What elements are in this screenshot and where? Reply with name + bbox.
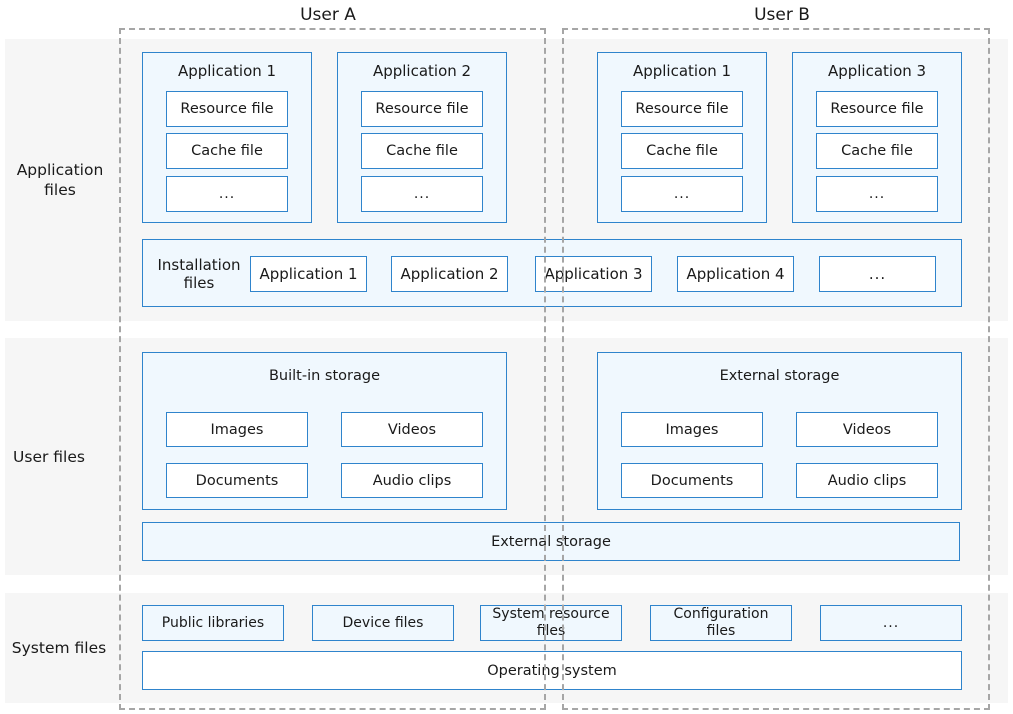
storage-item: Videos [341,412,483,447]
installation-files-label: Installation files [157,256,241,292]
storage-item: Audio clips [796,463,938,498]
system-file-item: Configuration files [650,605,792,641]
application-file-item: Resource file [816,91,938,127]
application-file-item: ... [166,176,288,212]
application-file-item: Cache file [361,133,483,169]
operating-system: Operating system [142,651,962,690]
system-file-item: Device files [312,605,454,641]
system-file-item: Public libraries [142,605,284,641]
installation-item: Application 2 [391,256,508,292]
storage-box-title: External storage [719,368,840,384]
system-file-item: ... [820,605,962,641]
application-file-item: Resource file [361,91,483,127]
storage-box-title: Built-in storage [268,368,381,384]
application-file-item: Cache file [621,133,743,169]
storage-item: Images [166,412,308,447]
application-file-item: Cache file [816,133,938,169]
application-file-item: Resource file [621,91,743,127]
user-b-title: User B [754,5,810,25]
storage-item: Videos [796,412,938,447]
application-box-title: Application 1 [177,62,277,80]
application-file-item: ... [621,176,743,212]
application-file-item: ... [816,176,938,212]
application-file-item: Resource file [166,91,288,127]
application-file-item: Cache file [166,133,288,169]
application-box-title: Application 1 [632,62,732,80]
shared-external-storage: External storage [142,522,960,561]
storage-item: Documents [166,463,308,498]
installation-item: Application 4 [677,256,794,292]
application-box-title: Application 3 [827,62,927,80]
row-label-system-files: System files [11,639,107,657]
storage-item: Images [621,412,763,447]
system-file-item: System resource files [480,605,622,641]
installation-item: ... [819,256,936,292]
row-label-user-files: User files [13,448,85,466]
row-label-application-files: Application files [16,161,104,199]
installation-item: Application 3 [535,256,652,292]
storage-item: Documents [621,463,763,498]
installation-item: Application 1 [250,256,367,292]
user-a-title: User A [300,5,356,25]
application-box-title: Application 2 [372,62,472,80]
application-file-item: ... [361,176,483,212]
storage-item: Audio clips [341,463,483,498]
